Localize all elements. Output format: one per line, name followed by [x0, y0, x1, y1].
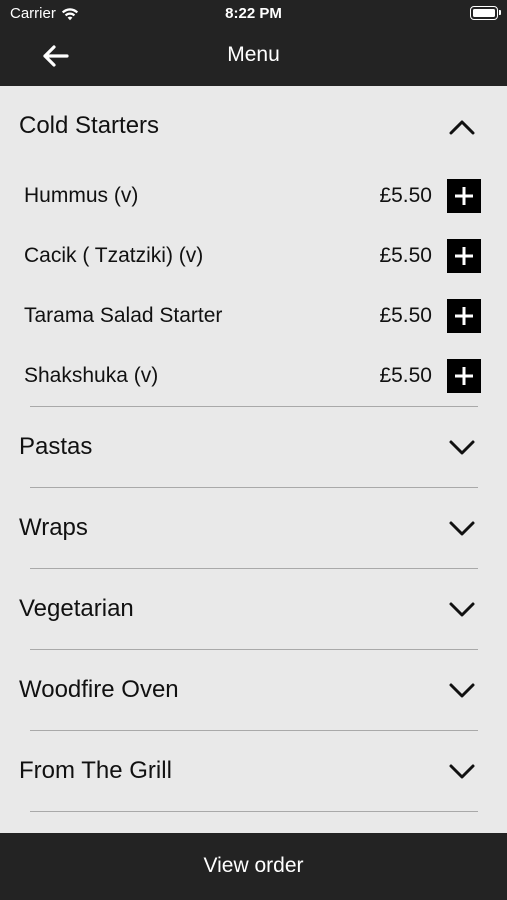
navigation-bar: Menu — [0, 28, 507, 86]
menu-item: Tarama Salad Starter £5.50 — [0, 286, 507, 346]
section-divider — [30, 811, 478, 812]
chevron-up-icon — [447, 112, 477, 142]
view-order-label: View order — [203, 854, 304, 877]
plus-icon — [455, 247, 473, 265]
menu-list: Cold Starters Hummus (v) £5.50 Cacik ( T… — [0, 86, 507, 833]
section-header-from-the-grill[interactable]: From The Grill — [0, 731, 507, 811]
section-label: Cold Starters — [19, 112, 160, 139]
section-label: Wraps — [19, 514, 88, 541]
section-pastas: Pastas — [0, 407, 507, 488]
item-price: £5.50 — [379, 244, 432, 267]
section-wraps: Wraps — [0, 488, 507, 569]
section-header-cold-starters[interactable]: Cold Starters — [0, 86, 507, 166]
section-header-pastas[interactable]: Pastas — [0, 407, 507, 487]
top-bar: Carrier 8:22 PM Menu — [0, 0, 507, 86]
status-time: 8:22 PM — [225, 5, 282, 22]
section-label: Pastas — [19, 433, 93, 460]
back-button[interactable] — [38, 40, 72, 72]
status-bar: Carrier 8:22 PM — [0, 0, 507, 28]
section-cold-starters: Cold Starters Hummus (v) £5.50 Cacik ( T… — [0, 86, 507, 407]
chevron-down-icon — [447, 595, 477, 625]
chevron-down-icon — [447, 757, 477, 787]
arrow-left-icon — [43, 45, 69, 67]
section-items: Hummus (v) £5.50 Cacik ( Tzatziki) (v) £… — [0, 166, 507, 406]
item-price: £5.50 — [379, 184, 432, 207]
chevron-down-icon — [447, 676, 477, 706]
menu-item: Shakshuka (v) £5.50 — [0, 346, 507, 406]
chevron-down-icon — [447, 514, 477, 544]
section-from-the-grill: From The Grill — [0, 731, 507, 812]
item-price: £5.50 — [379, 304, 432, 327]
section-label: Vegetarian — [19, 595, 134, 622]
item-name: Shakshuka (v) — [24, 364, 159, 387]
section-woodfire-oven: Woodfire Oven — [0, 650, 507, 731]
section-vegetarian: Vegetarian — [0, 569, 507, 650]
section-header-wraps[interactable]: Wraps — [0, 488, 507, 568]
item-name: Cacik ( Tzatziki) (v) — [24, 244, 204, 267]
section-header-vegetarian[interactable]: Vegetarian — [0, 569, 507, 649]
plus-icon — [455, 187, 473, 205]
section-header-woodfire-oven[interactable]: Woodfire Oven — [0, 650, 507, 730]
section-label: Woodfire Oven — [19, 676, 179, 703]
section-label: From The Grill — [19, 757, 172, 784]
menu-item: Cacik ( Tzatziki) (v) £5.50 — [0, 226, 507, 286]
add-item-button[interactable] — [447, 299, 481, 333]
menu-item: Hummus (v) £5.50 — [0, 166, 507, 226]
item-name: Tarama Salad Starter — [24, 304, 223, 327]
chevron-down-icon — [447, 433, 477, 463]
view-order-button[interactable]: View order — [0, 833, 507, 900]
page-title: Menu — [227, 43, 280, 66]
plus-icon — [455, 367, 473, 385]
battery-icon — [470, 6, 501, 20]
item-price: £5.50 — [379, 364, 432, 387]
add-item-button[interactable] — [447, 239, 481, 273]
add-item-button[interactable] — [447, 179, 481, 213]
plus-icon — [455, 307, 473, 325]
add-item-button[interactable] — [447, 359, 481, 393]
item-name: Hummus (v) — [24, 184, 139, 207]
